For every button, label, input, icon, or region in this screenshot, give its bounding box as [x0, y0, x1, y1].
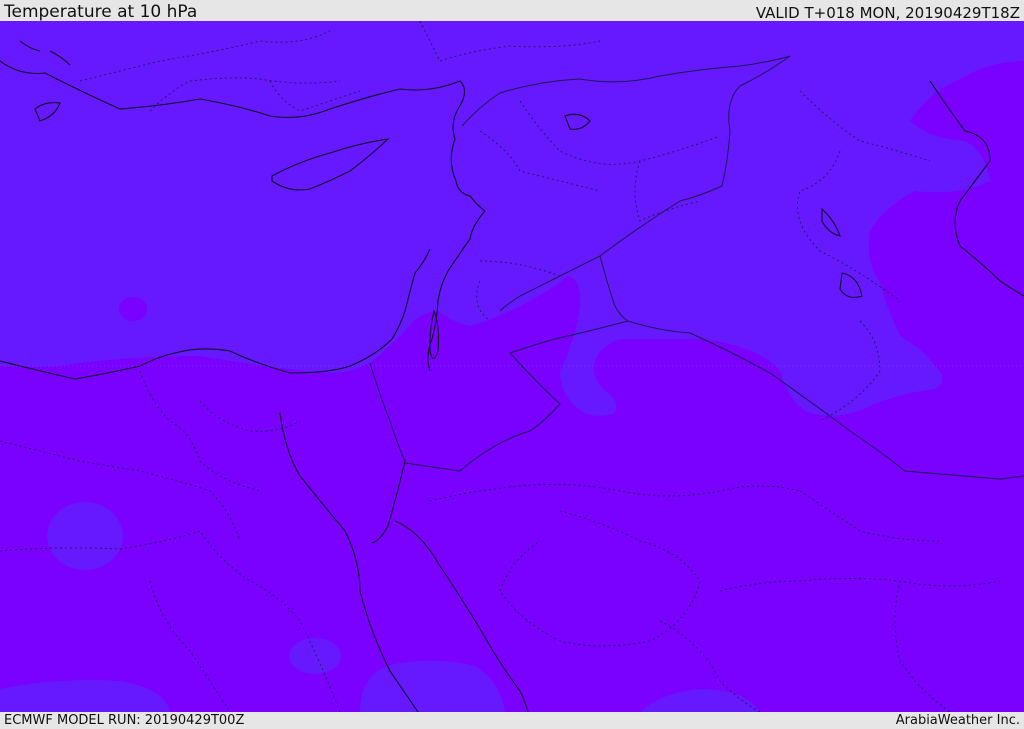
header-bar: Temperature at 10 hPa VALID T+018 MON, 2… — [0, 0, 1024, 21]
temperature-map — [0, 21, 1024, 712]
model-run-label: ECMWF MODEL RUN: 20190429T00Z — [4, 713, 245, 728]
cold-blob-south — [289, 638, 341, 674]
map-title: Temperature at 10 hPa — [4, 2, 198, 22]
warm-blob-med — [119, 297, 147, 321]
footer-bar: ECMWF MODEL RUN: 20190429T00Z ArabiaWeat… — [0, 712, 1024, 729]
cold-blob-west — [47, 502, 123, 570]
credit-label: ArabiaWeather Inc. — [895, 713, 1020, 728]
valid-time: VALID T+018 MON, 20190429T18Z — [755, 4, 1020, 22]
map-panel[interactable] — [0, 21, 1024, 712]
